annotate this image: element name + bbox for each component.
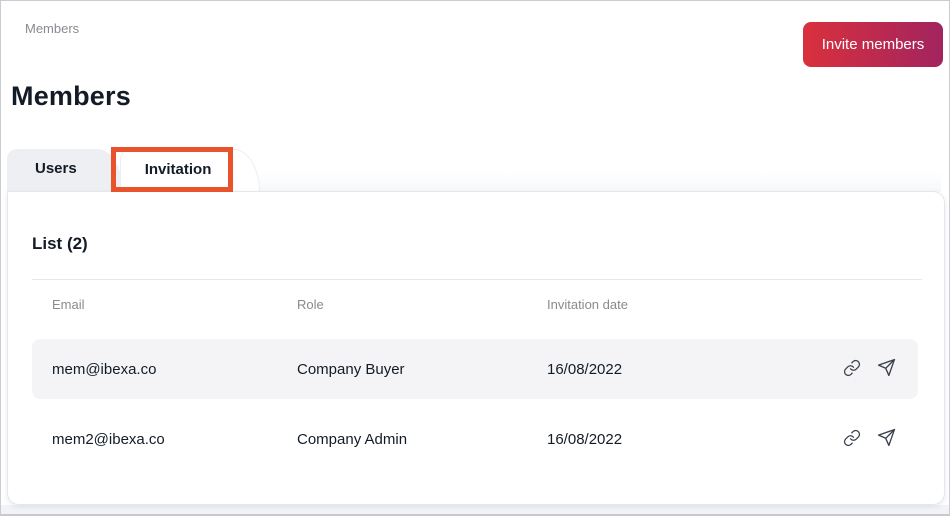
- table-row[interactable]: mem2@ibexa.co Company Admin 16/08/2022: [32, 409, 918, 469]
- resend-invitation-button[interactable]: [877, 360, 896, 379]
- column-header-invitation-date: Invitation date: [547, 297, 896, 312]
- cell-role: Company Admin: [297, 431, 547, 448]
- row-actions: [842, 360, 896, 379]
- copy-invitation-link-button[interactable]: [842, 360, 861, 379]
- table-header: Email Role Invitation date: [32, 288, 918, 320]
- list-title: List (2): [32, 234, 88, 254]
- tab-users-label: Users: [35, 160, 77, 177]
- breadcrumb[interactable]: Members: [25, 21, 79, 36]
- row-actions: [842, 430, 896, 449]
- cell-email: mem2@ibexa.co: [52, 431, 297, 448]
- paper-plane-icon: [877, 428, 896, 450]
- copy-invitation-link-button[interactable]: [842, 430, 861, 449]
- cell-role: Company Buyer: [297, 361, 547, 378]
- paper-plane-icon: [877, 358, 896, 380]
- invitation-panel: List (2) Email Role Invitation date mem@…: [7, 191, 945, 505]
- cell-invitation-date: 16/08/2022: [547, 431, 842, 448]
- column-header-role: Role: [297, 297, 547, 312]
- cell-email: mem@ibexa.co: [52, 361, 297, 378]
- tab-bar: Users Invitation: [7, 149, 260, 192]
- resend-invitation-button[interactable]: [877, 430, 896, 449]
- invite-members-button[interactable]: Invite members: [803, 22, 943, 67]
- link-icon: [843, 429, 861, 450]
- tab-invitation[interactable]: Invitation: [120, 149, 261, 192]
- link-icon: [843, 359, 861, 380]
- column-header-email: Email: [52, 297, 297, 312]
- page-title: Members: [11, 81, 131, 112]
- cell-invitation-date: 16/08/2022: [547, 361, 842, 378]
- tab-users[interactable]: Users: [7, 149, 123, 192]
- bottom-strip: [1, 505, 949, 514]
- tab-bar-shade: [241, 171, 941, 192]
- table-row[interactable]: mem@ibexa.co Company Buyer 16/08/2022: [32, 339, 918, 399]
- divider: [32, 279, 922, 280]
- members-page: Members Invite members Members Users Inv…: [0, 0, 950, 516]
- tab-invitation-label: Invitation: [145, 161, 212, 178]
